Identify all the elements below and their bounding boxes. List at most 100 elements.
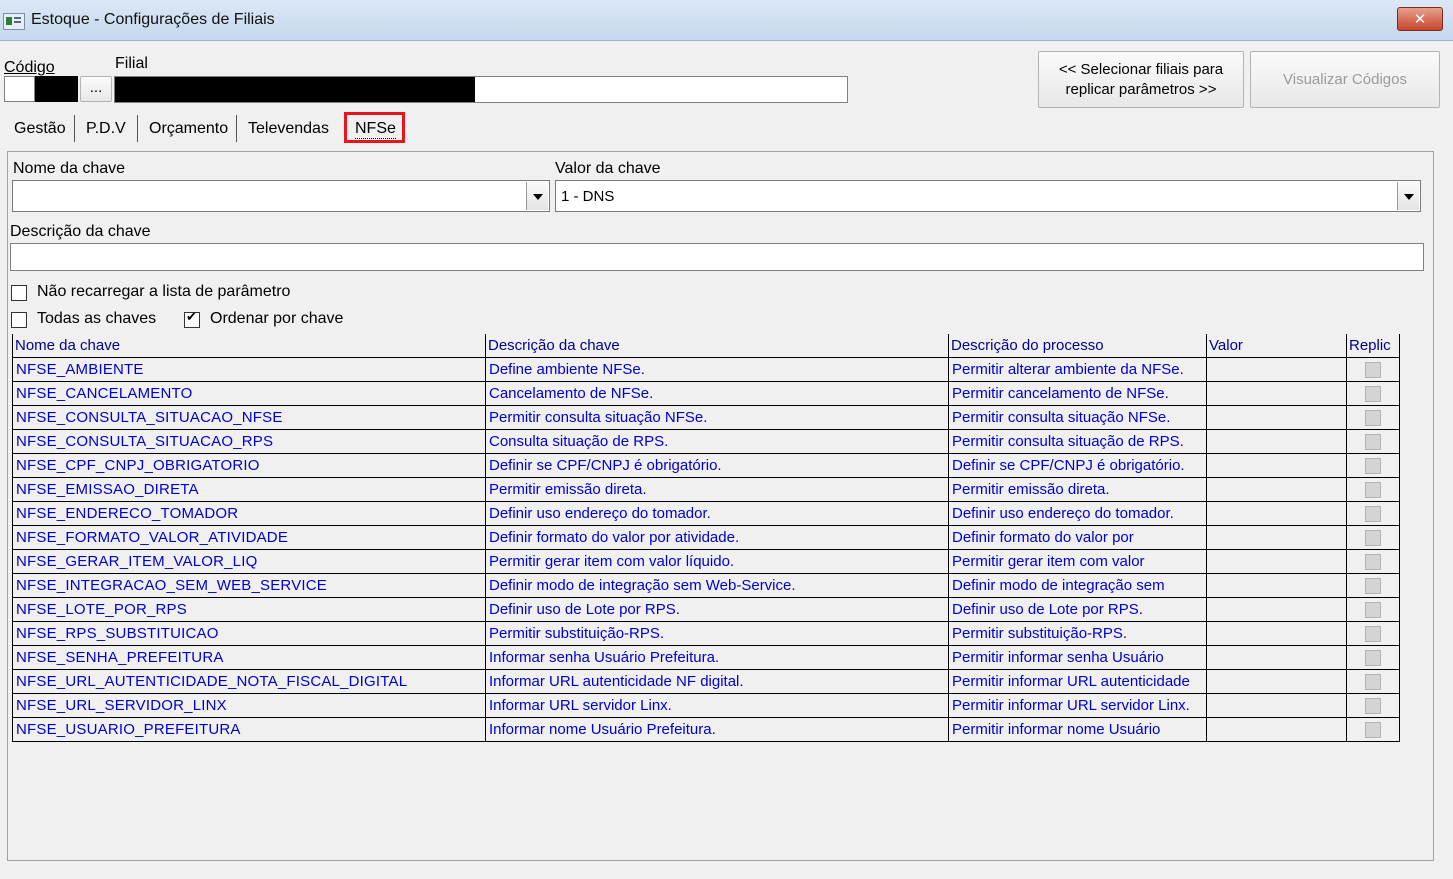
- cell-nome-chave[interactable]: NFSE_CONSULTA_SITUACAO_NFSE: [12, 405, 486, 430]
- cell-descricao-chave[interactable]: Definir uso de Lote por RPS.: [485, 597, 949, 622]
- cell-valor[interactable]: [1206, 717, 1347, 742]
- cell-descricao-chave[interactable]: Informar URL servidor Linx.: [485, 693, 949, 718]
- cell-descricao-chave[interactable]: Permitir emissão direta.: [485, 477, 949, 502]
- cell-replic[interactable]: [1346, 477, 1400, 502]
- cell-descricao-processo[interactable]: Permitir cancelamento de NFSe.: [948, 381, 1207, 406]
- ordenar-checkbox[interactable]: [184, 310, 200, 328]
- cell-descricao-processo[interactable]: Permitir consulta situação NFSe.: [948, 405, 1207, 430]
- replic-checkbox[interactable]: [1365, 410, 1381, 427]
- codigo-lookup-button[interactable]: ...: [80, 76, 112, 102]
- cell-nome-chave[interactable]: NFSE_AMBIENTE: [12, 357, 486, 382]
- replic-checkbox[interactable]: [1365, 554, 1381, 571]
- column-header-valor[interactable]: Valor: [1206, 334, 1347, 358]
- table-row[interactable]: NFSE_LOTE_POR_RPS Definir uso de Lote por…: [12, 597, 1400, 622]
- table-row[interactable]: NFSE_ENDERECO_TOMADOR Definir uso endereç…: [12, 501, 1400, 526]
- cell-descricao-processo[interactable]: Definir uso de Lote por RPS.: [948, 597, 1207, 622]
- cell-descricao-processo[interactable]: Permitir informar nome Usuário: [948, 717, 1207, 742]
- cell-replic[interactable]: [1346, 453, 1400, 478]
- codigo-field[interactable]: [4, 76, 35, 102]
- cell-nome-chave[interactable]: NFSE_FORMATO_VALOR_ATIVIDADE: [12, 525, 486, 550]
- cell-descricao-chave[interactable]: Definir se CPF/CNPJ é obrigatório.: [485, 453, 949, 478]
- cell-valor[interactable]: [1206, 573, 1347, 598]
- replic-checkbox[interactable]: [1365, 458, 1381, 475]
- descricao-chave-field[interactable]: [10, 243, 1424, 271]
- replic-checkbox[interactable]: [1365, 506, 1381, 523]
- cell-descricao-chave[interactable]: Consulta situação de RPS.: [485, 429, 949, 454]
- view-codes-button[interactable]: Visualizar Códigos: [1250, 51, 1440, 108]
- cell-descricao-chave[interactable]: Informar nome Usuário Prefeitura.: [485, 717, 949, 742]
- cell-nome-chave[interactable]: NFSE_CONSULTA_SITUACAO_RPS: [12, 429, 486, 454]
- column-header-descricao[interactable]: Descrição da chave: [485, 334, 949, 358]
- cell-descricao-chave[interactable]: Informar senha Usuário Prefeitura.: [485, 645, 949, 670]
- cell-replic[interactable]: [1346, 621, 1400, 646]
- column-header-processo[interactable]: Descrição do processo: [948, 334, 1207, 358]
- table-row[interactable]: NFSE_URL_AUTENTICIDADE_NOTA_FISCAL_DIGIT…: [12, 669, 1400, 694]
- table-row[interactable]: NFSE_GERAR_ITEM_VALOR_LIQ Permitir gerar …: [12, 549, 1400, 574]
- cell-replic[interactable]: [1346, 429, 1400, 454]
- cell-descricao-processo[interactable]: Permitir informar senha Usuário: [948, 645, 1207, 670]
- cell-nome-chave[interactable]: NFSE_CPF_CNPJ_OBRIGATORIO: [12, 453, 486, 478]
- tab-nfse[interactable]: NFSe: [344, 112, 405, 143]
- replic-checkbox[interactable]: [1365, 386, 1381, 403]
- cell-replic[interactable]: [1346, 525, 1400, 550]
- table-row[interactable]: NFSE_SENHA_PREFEITURA Informar senha Usuá…: [12, 645, 1400, 670]
- cell-replic[interactable]: [1346, 357, 1400, 382]
- table-row[interactable]: NFSE_FORMATO_VALOR_ATIVIDADE Definir form…: [12, 525, 1400, 550]
- cell-valor[interactable]: [1206, 453, 1347, 478]
- replic-checkbox[interactable]: [1365, 650, 1381, 667]
- column-header-nome[interactable]: Nome da chave: [12, 334, 486, 358]
- replic-checkbox[interactable]: [1365, 530, 1381, 547]
- cell-replic[interactable]: [1346, 693, 1400, 718]
- cell-descricao-processo[interactable]: Permitir consulta situação de RPS.: [948, 429, 1207, 454]
- cell-descricao-processo[interactable]: Permitir informar URL autenticidade: [948, 669, 1207, 694]
- cell-valor[interactable]: [1206, 549, 1347, 574]
- cell-descricao-processo[interactable]: Definir formato do valor por: [948, 525, 1207, 550]
- cell-descricao-processo[interactable]: Permitir informar URL servidor Linx.: [948, 693, 1207, 718]
- cell-descricao-chave[interactable]: Definir uso endereço do tomador.: [485, 501, 949, 526]
- cell-valor[interactable]: [1206, 669, 1347, 694]
- replic-checkbox[interactable]: [1365, 602, 1381, 619]
- cell-descricao-processo[interactable]: Permitir emissão direta.: [948, 477, 1207, 502]
- filial-field[interactable]: [114, 76, 848, 103]
- cell-replic[interactable]: [1346, 405, 1400, 430]
- cell-valor[interactable]: [1206, 501, 1347, 526]
- cell-valor[interactable]: [1206, 621, 1347, 646]
- cell-valor[interactable]: [1206, 405, 1347, 430]
- cell-descricao-chave[interactable]: Definir modo de integração sem Web-Servi…: [485, 573, 949, 598]
- table-row[interactable]: NFSE_URL_SERVIDOR_LINX Informar URL servi…: [12, 693, 1400, 718]
- cell-valor[interactable]: [1206, 693, 1347, 718]
- cell-replic[interactable]: [1346, 549, 1400, 574]
- cell-descricao-processo[interactable]: Permitir alterar ambiente da NFSe.: [948, 357, 1207, 382]
- cell-descricao-chave[interactable]: Cancelamento de NFSe.: [485, 381, 949, 406]
- cell-descricao-chave[interactable]: Definir formato do valor por atividade.: [485, 525, 949, 550]
- cell-nome-chave[interactable]: NFSE_SENHA_PREFEITURA: [12, 645, 486, 670]
- column-header-replic[interactable]: Replic: [1346, 334, 1400, 358]
- cell-replic[interactable]: [1346, 597, 1400, 622]
- replic-checkbox[interactable]: [1365, 674, 1381, 691]
- table-row[interactable]: NFSE_RPS_SUBSTITUICAO Permitir substituiç…: [12, 621, 1400, 646]
- cell-valor[interactable]: [1206, 381, 1347, 406]
- replic-checkbox[interactable]: [1365, 482, 1381, 499]
- cell-nome-chave[interactable]: NFSE_USUARIO_PREFEITURA: [12, 717, 486, 742]
- cell-descricao-processo[interactable]: Definir se CPF/CNPJ é obrigatório.: [948, 453, 1207, 478]
- cell-valor[interactable]: [1206, 477, 1347, 502]
- tab-orcamento[interactable]: Orçamento: [149, 120, 228, 138]
- nao-recarregar-checkbox[interactable]: [11, 285, 27, 301]
- cell-valor[interactable]: [1206, 645, 1347, 670]
- table-row[interactable]: NFSE_EMISSAO_DIRETA Permitir emissão dire…: [12, 477, 1400, 502]
- cell-replic[interactable]: [1346, 381, 1400, 406]
- table-row[interactable]: NFSE_USUARIO_PREFEITURA Informar nome Usu…: [12, 717, 1400, 742]
- chevron-down-icon[interactable]: [1397, 182, 1419, 210]
- cell-nome-chave[interactable]: NFSE_LOTE_POR_RPS: [12, 597, 486, 622]
- cell-nome-chave[interactable]: NFSE_URL_SERVIDOR_LINX: [12, 693, 486, 718]
- cell-descricao-chave[interactable]: Define ambiente NFSe.: [485, 357, 949, 382]
- chevron-down-icon[interactable]: [526, 182, 548, 210]
- cell-replic[interactable]: [1346, 645, 1400, 670]
- cell-descricao-chave[interactable]: Informar URL autenticidade NF digital.: [485, 669, 949, 694]
- cell-nome-chave[interactable]: NFSE_INTEGRACAO_SEM_WEB_SERVICE: [12, 573, 486, 598]
- replic-checkbox[interactable]: [1365, 722, 1381, 739]
- cell-replic[interactable]: [1346, 501, 1400, 526]
- table-row[interactable]: NFSE_CANCELAMENTO Cancelamento de NFSe. Pe…: [12, 381, 1400, 406]
- cell-valor[interactable]: [1206, 525, 1347, 550]
- tab-gestao[interactable]: Gestão: [14, 120, 66, 138]
